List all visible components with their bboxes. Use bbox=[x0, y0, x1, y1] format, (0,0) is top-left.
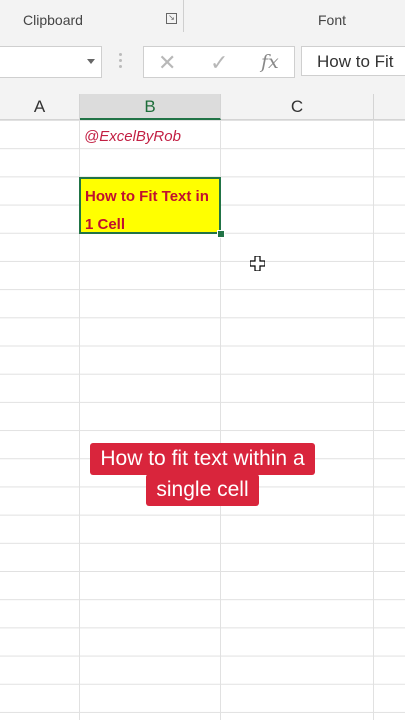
column-header-d[interactable] bbox=[374, 94, 405, 120]
caption-line-2: single cell bbox=[146, 474, 259, 506]
enter-check-icon[interactable]: ✓ bbox=[210, 50, 228, 76]
cancel-icon[interactable]: ✕ bbox=[158, 50, 176, 76]
font-group-label: Font bbox=[318, 12, 347, 28]
cell-b1[interactable]: @ExcelByRob bbox=[84, 128, 181, 145]
ribbon-group-bar: Clipboard ↘ Font bbox=[0, 0, 405, 37]
dialog-launcher-icon[interactable]: ↘ bbox=[166, 13, 177, 24]
caption-line-1: How to fit text within a bbox=[90, 443, 315, 475]
insert-function-icon[interactable]: fx bbox=[261, 51, 279, 73]
column-header-c[interactable]: C bbox=[221, 94, 374, 120]
formula-bar: ✕ ✓ fx How to Fit bbox=[0, 36, 405, 94]
caption-overlay-2: single cell bbox=[0, 474, 405, 506]
fill-handle[interactable] bbox=[217, 230, 225, 238]
cell-select-cursor-icon bbox=[250, 256, 265, 271]
column-header-a[interactable]: A bbox=[0, 94, 80, 120]
column-header-b[interactable]: B bbox=[80, 94, 221, 120]
formula-buttons: ✕ ✓ fx bbox=[143, 46, 295, 78]
caption-overlay: How to fit text within a bbox=[0, 443, 405, 475]
cell-b3-selected[interactable]: How to Fit Text in 1 Cell bbox=[79, 177, 221, 234]
cell-b3-text: How to Fit Text in 1 Cell bbox=[85, 188, 209, 233]
formula-input[interactable]: How to Fit bbox=[301, 46, 405, 76]
name-box[interactable] bbox=[0, 46, 102, 78]
chevron-down-icon[interactable] bbox=[87, 59, 95, 64]
ribbon-separator bbox=[183, 0, 184, 32]
clipboard-group-label: Clipboard bbox=[23, 12, 83, 28]
gridline bbox=[373, 120, 374, 720]
resize-grip-icon[interactable] bbox=[119, 53, 123, 71]
